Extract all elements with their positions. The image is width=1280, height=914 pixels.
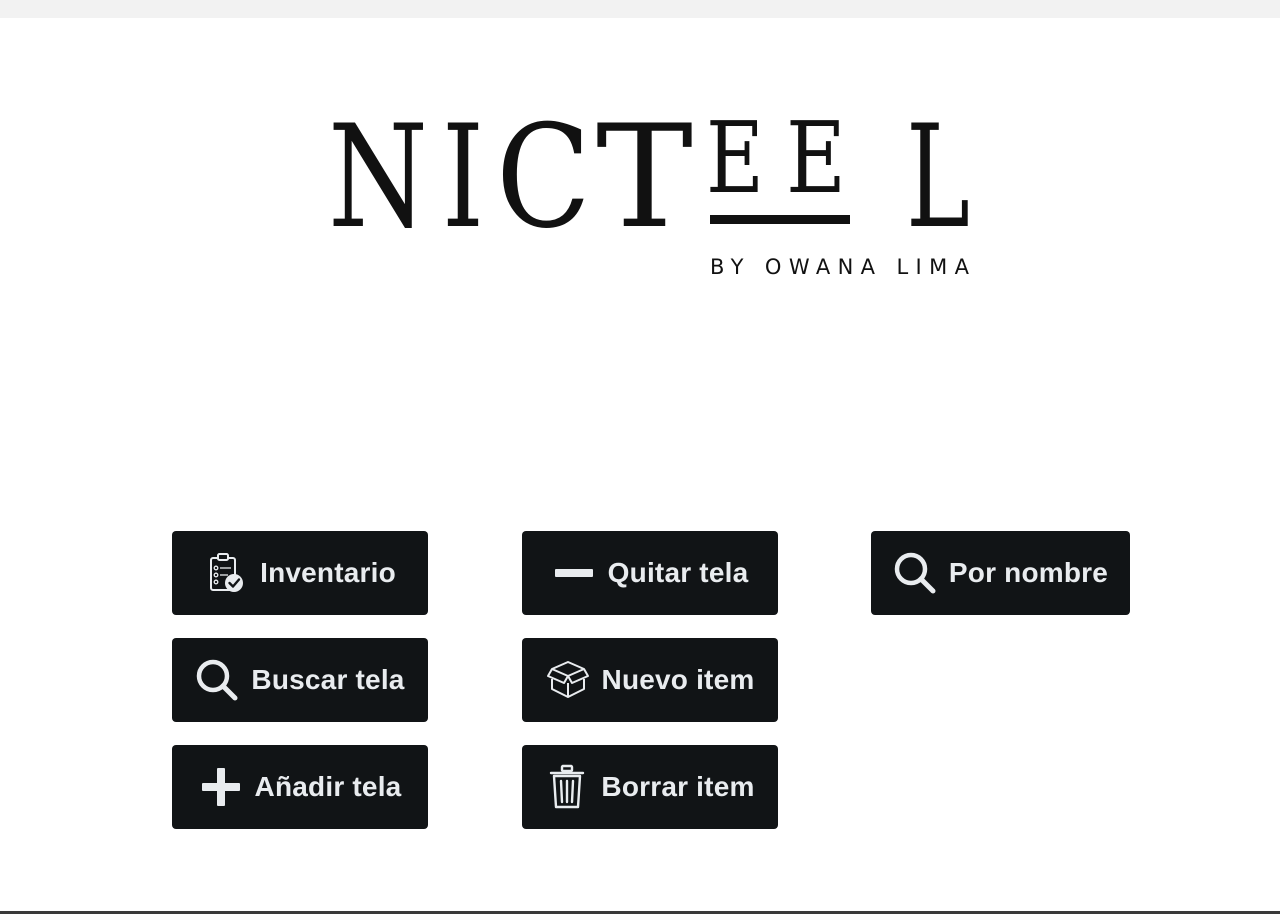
logo-underline — [710, 215, 850, 224]
logo-letter-i: I — [442, 108, 484, 260]
por-nombre-button[interactable]: Por nombre — [871, 531, 1130, 615]
inventario-button[interactable]: Inventario — [172, 531, 428, 615]
quitar-tela-button[interactable]: Quitar tela — [522, 531, 778, 615]
anadir-tela-button[interactable]: Añadir tela — [172, 745, 428, 829]
brand-logo: N I C T E E L BY OWANA LIMA — [326, 108, 976, 283]
borrar-item-button[interactable]: Borrar item — [522, 745, 778, 829]
logo-letter-e2: E — [786, 108, 846, 216]
trash-icon — [545, 764, 589, 809]
nuevo-item-button[interactable]: Nuevo item — [522, 638, 778, 722]
por-nombre-button-label: Por nombre — [948, 557, 1109, 588]
logo-tagline: BY OWANA LIMA — [710, 255, 970, 279]
logo-letter-n: N — [328, 108, 428, 260]
minus-icon — [552, 551, 596, 595]
search-icon — [195, 658, 239, 702]
search-icon — [893, 551, 937, 595]
buscar-tela-button-label: Buscar tela — [251, 664, 405, 695]
plus-icon — [199, 765, 243, 809]
anadir-tela-button-label: Añadir tela — [254, 771, 402, 802]
logo-letter-c: C — [496, 108, 591, 260]
logo-letter-l: L — [906, 108, 970, 260]
inventario-button-label: Inventario — [260, 557, 396, 588]
borrar-item-button-label: Borrar item — [601, 771, 755, 802]
quitar-tela-button-label: Quitar tela — [607, 557, 749, 588]
clipboard-check-icon — [204, 551, 248, 595]
box-icon — [546, 658, 590, 702]
nuevo-item-button-label: Nuevo item — [601, 664, 755, 695]
top-strip — [0, 0, 1280, 18]
logo-letter-e1: E — [706, 108, 764, 216]
logo-letter-t: T — [596, 108, 693, 260]
buscar-tela-button[interactable]: Buscar tela — [172, 638, 428, 722]
